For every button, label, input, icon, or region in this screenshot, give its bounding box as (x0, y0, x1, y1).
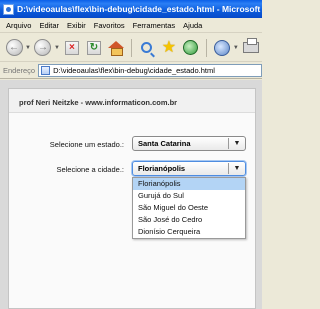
mail-dropdown-icon[interactable]: ▼ (233, 45, 239, 51)
city-option[interactable]: Florianópolis (133, 178, 245, 190)
refresh-icon: ↻ (86, 40, 101, 55)
forward-button[interactable]: → (33, 38, 53, 58)
stop-icon: × (64, 40, 79, 55)
menu-arquivo[interactable]: Arquivo (2, 21, 35, 30)
menu-editar[interactable]: Editar (35, 21, 63, 30)
back-button[interactable]: ← (4, 38, 24, 58)
toolbar-separator (130, 38, 132, 57)
history-button[interactable] (181, 38, 201, 58)
refresh-button[interactable]: ↻ (84, 38, 104, 58)
chevron-down-icon[interactable]: ▼ (229, 140, 245, 147)
state-label: Selecione um estado.: (49, 140, 124, 149)
page-icon (41, 66, 51, 75)
search-button[interactable] (137, 38, 157, 58)
window-title: D:\videoaulas\flex\bin-debug\cidade_esta… (17, 4, 262, 14)
city-option[interactable]: São José do Cedro (133, 214, 245, 226)
menu-ferramentas[interactable]: Ferramentas (129, 21, 180, 30)
state-selected-value: Santa Catarina (138, 139, 191, 148)
favorites-button[interactable]: ★ (159, 38, 179, 58)
ie-page-icon (3, 3, 14, 15)
history-icon (183, 40, 199, 55)
menu-ajuda[interactable]: Ajuda (179, 21, 206, 30)
chevron-down-icon[interactable]: ▼ (229, 165, 245, 172)
back-icon: ← (5, 39, 23, 56)
state-combobox[interactable]: Santa Catarina ▼ (132, 136, 246, 151)
home-button[interactable] (106, 38, 126, 58)
city-combobox[interactable]: Florianópolis ▼ (132, 161, 246, 176)
standard-toolbar: ← ▼ → ▼ × ↻ ★ ▼ (0, 34, 262, 62)
city-dropdown-list: Florianópolis Gurujá do Sul São Miguel d… (132, 177, 246, 239)
forward-dropdown-icon[interactable]: ▼ (54, 45, 60, 51)
print-icon (242, 38, 259, 53)
mail-icon (213, 39, 230, 56)
mail-button[interactable] (212, 38, 232, 58)
city-selected-value: Florianópolis (138, 164, 186, 173)
address-url: D:\videoaulas\flex\bin-debug\cidade_esta… (53, 66, 215, 75)
city-label: Selecione a cidade.: (56, 165, 124, 174)
stop-button[interactable]: × (62, 38, 82, 58)
panel-title: prof Neri Neitzke - www.informaticon.com… (19, 98, 178, 107)
forward-icon: → (34, 39, 52, 56)
search-icon (141, 42, 153, 53)
address-input[interactable]: D:\videoaulas\flex\bin-debug\cidade_esta… (38, 64, 262, 77)
address-bar: Endereço D:\videoaulas\flex\bin-debug\ci… (0, 63, 262, 79)
toolbar-separator (205, 38, 207, 57)
back-dropdown-icon[interactable]: ▼ (25, 45, 31, 51)
print-button[interactable] (241, 38, 261, 58)
favorites-icon: ★ (161, 38, 177, 56)
city-option[interactable]: São Miguel do Oeste (133, 202, 245, 214)
menu-bar: Arquivo Editar Exibir Favoritos Ferramen… (0, 18, 262, 33)
menu-favoritos[interactable]: Favoritos (90, 21, 129, 30)
panel-header: prof Neri Neitzke - www.informaticon.com… (9, 89, 255, 113)
menu-exibir[interactable]: Exibir (63, 21, 90, 30)
city-option[interactable]: Dionísio Cerqueira (133, 226, 245, 238)
home-icon (107, 41, 124, 56)
window-title-bar: D:\videoaulas\flex\bin-debug\cidade_esta… (0, 0, 262, 18)
city-option[interactable]: Gurujá do Sul (133, 190, 245, 202)
address-label: Endereço (3, 66, 36, 75)
